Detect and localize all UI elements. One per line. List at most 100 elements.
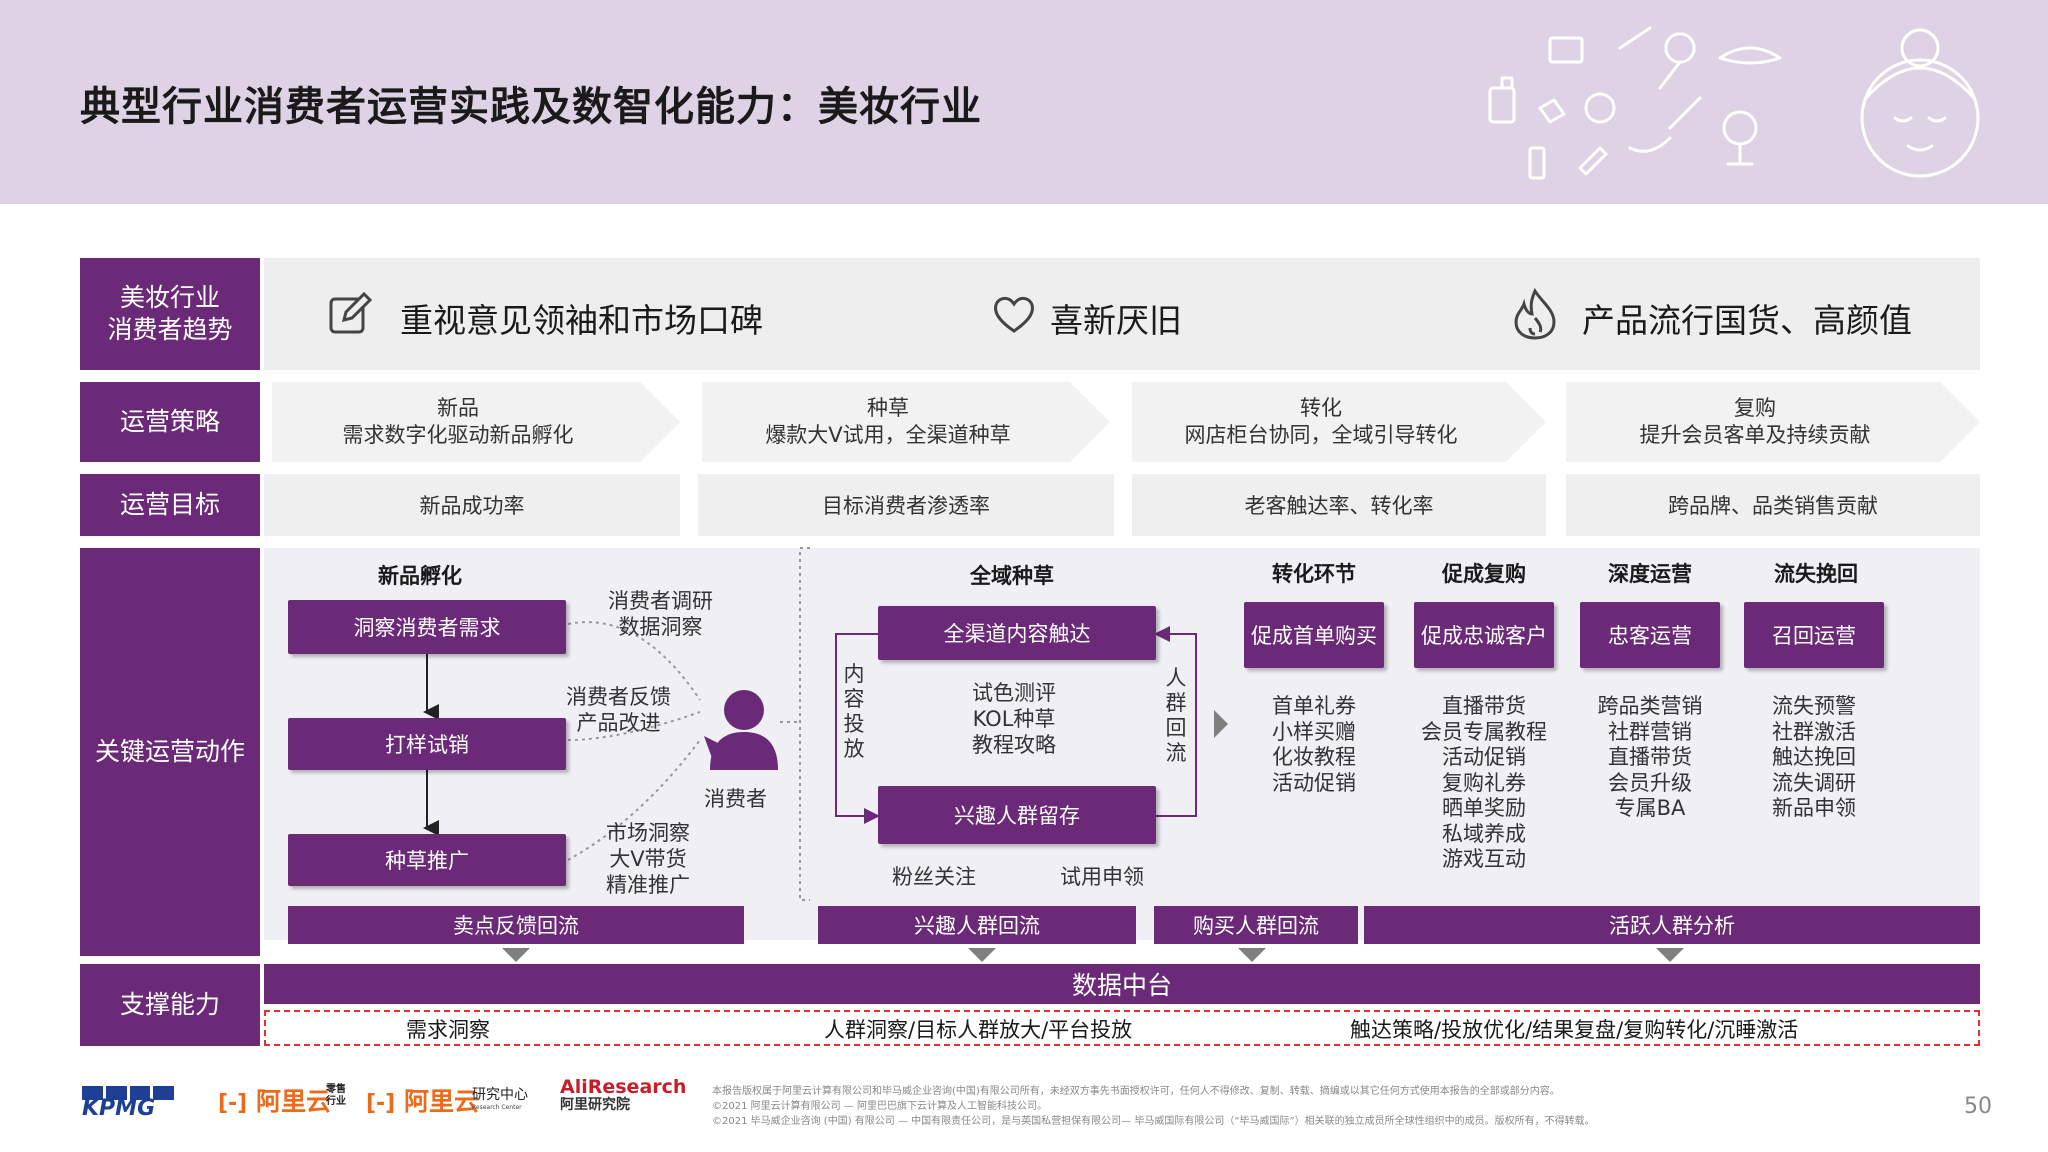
trend-text-guochao: 产品流行国货、高颜值 [1582,301,1912,340]
stage-item: 社群激活 [1772,719,1856,744]
edit-icon [329,292,372,334]
stage-item: 私域养成 [1442,821,1526,846]
stage-list-repurchase: 直播带货 会员专属教程 活动促销 复购礼券 晒单奖励 私域养成 游戏互动 [1404,694,1564,873]
aliyun-mark-icon: [-] [366,1091,396,1116]
seeding-right-vertical: 人群回流 [1165,666,1187,765]
down-arrow-icon [502,948,530,962]
goal-item: 新品成功率 [264,474,680,536]
aliresearch-logo: AliResearch 阿里研究院 [560,1078,686,1114]
feedback-bar-purchase: 购买人群回流 [1154,906,1358,944]
strategy-chevron-seeding: 种草 爆款大V试用，全渠道种草 [702,382,1110,462]
row-label-goal: 运营目标 [80,474,260,536]
stage-item: 流失调研 [1772,770,1856,795]
stage-list-winback: 流失预警 社群激活 触达挽回 流失调研 新品申领 [1734,694,1894,822]
feedback-bar-interest: 兴趣人群回流 [818,906,1136,944]
stage-list-deep-ops: 跨品类营销 社群营销 直播带货 会员升级 专属BA [1570,694,1730,822]
seeding-trial: 试用申领 [1060,865,1144,889]
heart-icon [994,297,1034,333]
data-hub-bar: 数据中台 [264,964,1980,1004]
strategy-title: 种草 [867,396,909,420]
stage-item: 流失预警 [1772,694,1856,718]
step-insight: 洞察消费者需求 [288,600,566,654]
strategy-title: 新品 [437,396,479,420]
note-line: 消费者反馈 [566,685,671,709]
strategy-desc: 网店柜台协同，全域引导转化 [1184,423,1458,447]
strategy-chevron-conversion: 转化 网店柜台协同，全域引导转化 [1132,382,1546,462]
support-item-audience: 人群洞察/目标人群放大/平台投放 [824,1018,1133,1042]
aliyun-retail-text: 阿里云 [255,1087,331,1116]
seeding-item: 教程攻略 [972,733,1056,757]
strategy-chevron-new: 新品 需求数字化驱动新品孵化 [272,382,680,462]
aliyun-retail-tag: 零售 行业 [326,1084,346,1108]
seeding-fans: 粉丝关注 [892,865,976,889]
stage-title-deep-ops: 深度运营 [1608,562,1692,586]
seeding-interest-retain: 兴趣人群留存 [878,786,1156,844]
stage-item: 新品申领 [1772,796,1856,820]
support-item-demand: 需求洞察 [406,1018,490,1042]
kpmg-logo: KPMG [82,1086,174,1121]
stage-box-loyal-ops: 忠客运营 [1580,602,1720,668]
support-item-strategy: 触达策略/投放优化/结果复盘/复购转化/沉睡激活 [1350,1018,1799,1042]
stage-list-conversion: 首单礼券 小样买赠 化妆教程 活动促销 [1244,694,1384,796]
trend-text-opinion: 重视意见领袖和市场口碑 [400,301,763,340]
aliyun-research-logo: [-] 阿里云 [366,1082,479,1118]
feedback-bar-selling-point: 卖点反馈回流 [288,906,744,944]
note-line: 数据洞察 [618,615,703,639]
note-line: 产品改进 [576,711,661,735]
stage-item: 触达挽回 [1772,745,1856,769]
consumer-icon [704,690,778,770]
stage-item: 会员专属教程 [1421,719,1547,744]
row-label-strategy: 运营策略 [80,382,260,462]
stage-item: 活动促销 [1442,745,1526,769]
stage-item: 会员升级 [1608,770,1692,795]
stage-item: 活动促销 [1272,770,1356,795]
stage-item: 社群营销 [1608,719,1692,744]
goal-item: 跨品牌、品类销售贡献 [1566,474,1980,536]
aliyun-mark-icon: [-] [218,1091,248,1116]
stage-item: 跨品类营销 [1597,694,1703,718]
strategy-title: 转化 [1300,396,1342,420]
aliyun-research-tag: 研究中心 Research Center [472,1084,528,1111]
seeding-left-vertical: 内容投放 [843,662,865,761]
stage-item: 游戏互动 [1442,847,1526,871]
feedback-bar-active: 活跃人群分析 [1364,906,1980,944]
tag-line: 研究中心 [472,1087,528,1103]
down-arrow-icon [1238,948,1266,962]
stage-title-conversion: 转化环节 [1272,562,1356,586]
stage-item: 直播带货 [1442,694,1526,718]
stage-box-recall: 召回运营 [1744,602,1884,668]
stage-item: 化妆教程 [1272,745,1356,769]
tag-line: 行业 [326,1096,346,1107]
stage-item: 小样买赠 [1272,719,1356,744]
stage-item: 首单礼券 [1272,694,1356,718]
stage-title-winback: 流失挽回 [1774,562,1858,586]
stage-box-first-order: 促成首单购买 [1244,602,1384,668]
seeding-item: KOL种草 [972,707,1056,731]
step-sample: 打样试销 [288,718,566,770]
strategy-desc: 需求数字化驱动新品孵化 [342,423,574,447]
down-arrow-icon [1656,948,1684,962]
down-arrow-icon [968,948,996,962]
note-line: 消费者调研 [608,589,713,613]
note-market: 市场洞察 大V带货 精准推广 [606,820,690,898]
row-label-trend: 美妆行业 消费者趋势 [80,258,260,370]
step-promotion: 种草推广 [288,834,566,886]
kpmg-logo-text: KPMG [82,1096,156,1121]
goal-item: 目标消费者渗透率 [698,474,1114,536]
stage-title-repurchase: 促成复购 [1442,562,1526,586]
row-label-support: 支撑能力 [80,964,260,1046]
note-line: 大V带货 [609,847,687,871]
consumer-label: 消费者 [704,787,767,811]
aliresearch-text: AliResearch [560,1076,687,1098]
note-research: 消费者调研 数据洞察 [608,588,713,640]
row-label-trend-line1: 美妆行业 [119,283,220,312]
stage-item: 晒单奖励 [1442,796,1526,820]
strategy-desc: 提升会员客单及持续贡献 [1639,423,1871,447]
flame-icon [1514,288,1556,340]
page-number: 50 [1964,1094,1992,1119]
seeding-content-reach: 全渠道内容触达 [878,606,1156,660]
stage-item: 专属BA [1614,796,1686,820]
row-label-action: 关键运营动作 [80,548,260,956]
stage-item: 复购礼券 [1442,770,1526,795]
beauty-illustration-icon [1488,26,1980,180]
